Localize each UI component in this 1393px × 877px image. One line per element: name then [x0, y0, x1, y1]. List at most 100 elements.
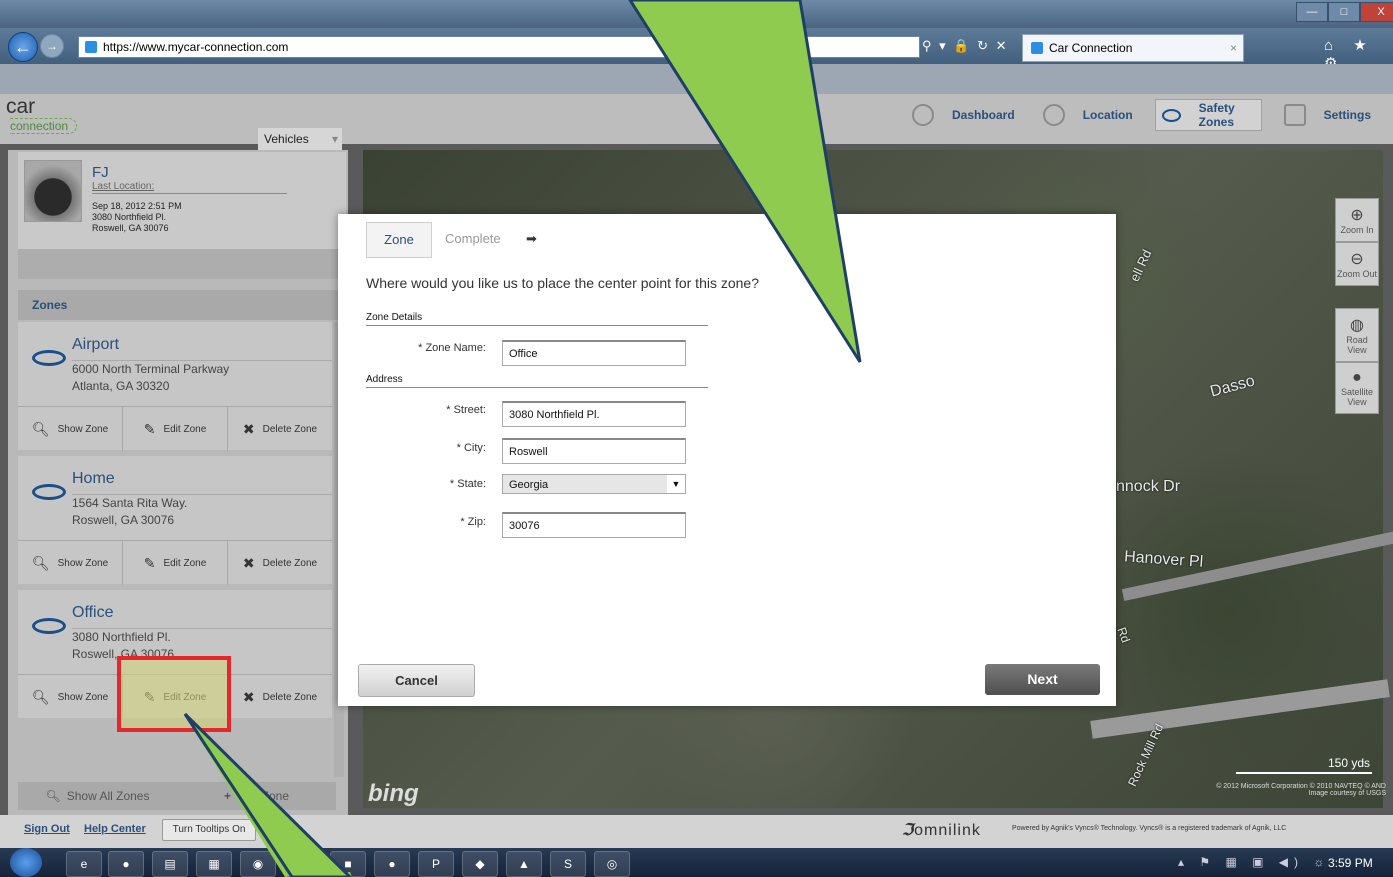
address-url: https://www.mycar-connection.com: [103, 40, 289, 54]
delete-zone-label: Delete Zone: [262, 423, 318, 435]
back-button[interactable]: ←: [8, 32, 38, 62]
city-field[interactable]: [502, 438, 686, 464]
zone-card-home: Home 1564 Santa Rita Way. Roswell, GA 30…: [18, 456, 332, 585]
edit-zone-button[interactable]: ✎ Edit Zone: [123, 407, 228, 451]
app-taskbar-icon[interactable]: ◎: [594, 851, 630, 877]
state-value: Georgia: [509, 479, 549, 491]
road-view-button[interactable]: ◍ Road View: [1335, 308, 1379, 362]
delete-zone-button[interactable]: ✖ Delete Zone: [228, 675, 332, 719]
map-tools: ⊕ Zoom In ⊖ Zoom Out ◍ Road View ● Satellite…: [1335, 198, 1379, 414]
tab-zone[interactable]: Zone: [366, 222, 432, 258]
zones-bottom-bar: 🔍︎ Show All Zones + Add Zone: [18, 782, 336, 810]
cancel-button[interactable]: Cancel: [358, 664, 475, 697]
steering-wheel-icon: [912, 104, 934, 126]
vehicle-address-line2: Roswell, GA 30076: [92, 223, 169, 233]
pdf-taskbar-icon[interactable]: ▲: [506, 851, 542, 877]
sign-out-link[interactable]: Sign Out: [24, 823, 70, 835]
zone-name-field[interactable]: [502, 340, 686, 366]
zoom-out-icon: ⊖: [1350, 251, 1364, 268]
forward-arrow-icon: →: [46, 39, 58, 53]
show-zone-button[interactable]: 🔍︎ Show Zone: [18, 675, 123, 719]
vehicles-tab[interactable]: Vehicles ▾: [258, 128, 342, 150]
zones-header: Zones: [18, 290, 346, 320]
zoom-out-button[interactable]: ⊖ Zoom Out: [1335, 242, 1379, 286]
bing-logo: bing: [368, 780, 419, 807]
zone-name: Airport: [72, 336, 120, 353]
address-controls[interactable]: ⚲ ▾ 🔒 ↻ ✕: [922, 36, 1016, 56]
add-zone-button[interactable]: + Add Zone: [177, 782, 336, 810]
zoom-in-icon: ⊕: [1350, 207, 1364, 224]
vehicle-name: FJ: [92, 164, 109, 181]
vehicle-strip: [18, 249, 346, 279]
search-icon: 🔍︎: [45, 789, 61, 803]
taskbar-clock[interactable]: 3:59 PM: [1328, 856, 1373, 870]
nav-safety-zones-label: Safety Zones: [1198, 101, 1235, 129]
tab-complete[interactable]: Complete: [445, 231, 501, 246]
nav-settings[interactable]: Settings: [1278, 100, 1377, 130]
zone-address-line1: 3080 Northfield Pl.: [72, 630, 171, 644]
vehicle-address-line1: 3080 Northfield Pl.: [92, 212, 167, 222]
browser-titlebar: [0, 0, 1393, 28]
publisher-taskbar-icon[interactable]: P: [418, 851, 454, 877]
divider: [72, 494, 332, 495]
delete-zone-button[interactable]: ✖ Delete Zone: [228, 541, 332, 585]
globe-icon: ◍: [1350, 317, 1364, 334]
tab-close-icon[interactable]: ×: [1230, 35, 1237, 61]
firefox-taskbar-icon[interactable]: ●: [108, 851, 144, 877]
edit-zone-label: Edit Zone: [163, 557, 207, 569]
state-select[interactable]: Georgia ▼: [502, 474, 686, 494]
divider: [72, 628, 332, 629]
edit-zone-button[interactable]: ✎ Edit Zone: [123, 541, 228, 585]
delete-zone-label: Delete Zone: [262, 691, 318, 703]
zone-address-line2: Roswell, GA 30076: [72, 513, 175, 527]
satellite-view-button[interactable]: ● Satellite View: [1335, 362, 1379, 414]
pencil-icon: ✎: [143, 554, 156, 571]
next-button[interactable]: Next: [985, 664, 1100, 695]
zone-name: Office: [72, 604, 114, 621]
system-tray[interactable]: ▴ ⚑ ▦ ▣ ◀) ☼: [1178, 855, 1330, 869]
app-taskbar-icon[interactable]: ◆: [462, 851, 498, 877]
close-icon: ✖: [242, 554, 255, 571]
zone-address-line2: Atlanta, GA 30320: [72, 379, 170, 393]
app-taskbar-icon[interactable]: ●: [374, 851, 410, 877]
nav-dashboard[interactable]: Dashboard: [906, 100, 1021, 130]
nav-safety-zones[interactable]: Safety Zones: [1154, 99, 1262, 131]
app-taskbar-icon[interactable]: ▦: [196, 851, 232, 877]
help-center-link[interactable]: Help Center: [84, 823, 146, 835]
vehicle-timestamp: Sep 18, 2012 2:51 PM: [92, 201, 182, 211]
zone-address-line1: 6000 North Terminal Parkway: [72, 362, 230, 376]
ie-taskbar-icon[interactable]: e: [66, 851, 102, 877]
map-scale-label: 150 yds: [1328, 756, 1371, 770]
zip-label: * Zip:: [460, 516, 486, 528]
chrome-taskbar-icon[interactable]: ◉: [240, 851, 276, 877]
dropdown-arrow-icon: ▼: [667, 475, 685, 493]
delete-zone-button[interactable]: ✖ Delete Zone: [228, 407, 332, 451]
close-window-button[interactable]: X: [1360, 2, 1393, 22]
start-button[interactable]: [10, 848, 42, 877]
top-nav: Dashboard Location Safety Zones Settings: [906, 99, 1393, 131]
forward-button[interactable]: →: [40, 34, 64, 58]
tooltips-toggle-button[interactable]: Turn Tooltips On: [162, 819, 256, 841]
nav-location[interactable]: Location: [1037, 100, 1139, 130]
zone-name: Home: [72, 470, 115, 487]
zoom-in-button[interactable]: ⊕ Zoom In: [1335, 198, 1379, 242]
zip-field[interactable]: [502, 512, 686, 538]
search-icon: 🔍︎: [31, 688, 50, 705]
zone-actions: 🔍︎ Show Zone ✎ Edit Zone ✖ Delete Zone: [18, 406, 332, 451]
browser-tab[interactable]: Car Connection ×: [1022, 34, 1244, 62]
close-icon: ✖: [242, 688, 255, 705]
address-bar[interactable]: https://www.mycar-connection.com: [78, 36, 920, 58]
browser-command-bar: [0, 64, 1393, 94]
show-zone-label: Show Zone: [57, 557, 109, 569]
show-all-zones-button[interactable]: 🔍︎ Show All Zones: [18, 782, 177, 810]
minimize-button[interactable]: —: [1296, 2, 1328, 22]
app-taskbar-icon[interactable]: ■: [330, 851, 366, 877]
satellite-view-label: Satellite View: [1340, 387, 1374, 407]
maximize-button[interactable]: □: [1328, 2, 1360, 22]
skype-taskbar-icon[interactable]: S: [550, 851, 586, 877]
show-zone-button[interactable]: 🔍︎ Show Zone: [18, 407, 123, 451]
street-field[interactable]: [502, 401, 686, 427]
nav-settings-label: Settings: [1323, 108, 1371, 122]
explorer-taskbar-icon[interactable]: ▤: [152, 851, 188, 877]
show-zone-button[interactable]: 🔍︎ Show Zone: [18, 541, 123, 585]
